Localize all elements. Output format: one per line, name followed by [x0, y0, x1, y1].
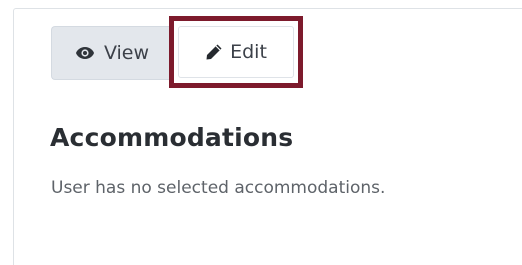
view-button-label: View	[103, 42, 150, 64]
view-button[interactable]: View	[51, 26, 172, 80]
section-title: Accommodations	[50, 123, 294, 152]
page-canvas: View Edit Accommodations User has no sel…	[0, 0, 522, 265]
pencil-icon	[205, 43, 223, 61]
view-edit-toggle-group: View Edit	[51, 16, 303, 88]
edit-button-highlight: Edit	[169, 16, 303, 88]
edit-button-label: Edit	[230, 41, 267, 63]
eye-icon	[75, 46, 95, 60]
edit-button[interactable]: Edit	[178, 26, 294, 78]
empty-state-message: User has no selected accommodations.	[51, 178, 386, 198]
